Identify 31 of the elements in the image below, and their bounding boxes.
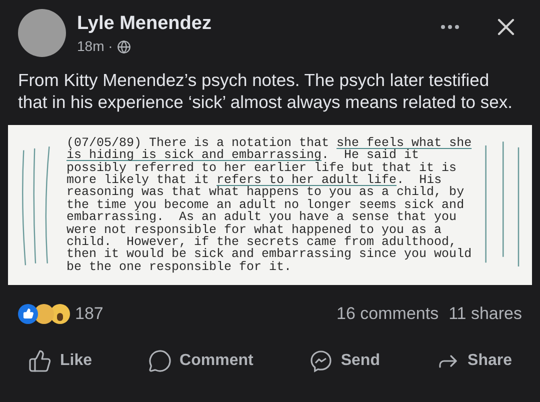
post-time: 18m · (77, 37, 113, 56)
typed-note-text: be the one responsible for it. (66, 260, 292, 274)
typed-note-text: possibly referred to her earlier life but that it is (66, 162, 457, 174)
reaction-count[interactable]: 187 (75, 301, 104, 326)
thumbs-up-icon (28, 348, 52, 372)
typed-note-text: were not responsible for what happened to you as a (66, 224, 442, 236)
typed-note-text: embarrassing. As an adult you have a sense that you (66, 211, 457, 224)
typed-note-text: then it would be sick and embarrassing since you would (66, 248, 472, 261)
typed-note-text: she feels what she (336, 136, 472, 150)
avatar-placeholder (18, 9, 66, 57)
typed-note-text: more likely that it (66, 174, 210, 186)
comment-count[interactable]: 16 comments (336, 301, 439, 326)
typed-note-text: . His (396, 174, 442, 186)
send-button[interactable]: Send (308, 348, 380, 372)
post-text: From Kitty Menendez’s psych notes. The psych later testified that in his experience ‘sick’ almost always means related to sex. (17, 69, 514, 113)
speech-bubble-icon (148, 348, 172, 372)
typed-note-text: is hiding is sick and embarrassing (66, 149, 322, 162)
typed-note-text: . He said it (322, 149, 420, 162)
like-button[interactable]: Like (28, 348, 92, 372)
messenger-icon (308, 348, 333, 372)
author-name[interactable]: Lyle Menendez (77, 12, 212, 36)
comment-button[interactable]: Comment (148, 348, 254, 372)
typed-note-text: the time you become an adult no longer seems sick and (66, 198, 464, 212)
globe-icon (116, 40, 131, 54)
share-button[interactable]: Share (436, 348, 512, 372)
typed-note-text: child. However, if the secrets came from adulthood, (66, 236, 457, 248)
typed-note-text: refers to her adult life (216, 174, 397, 186)
typed-note-text: (07/05/89) There is a notation that (66, 136, 330, 150)
share-count[interactable]: 11 shares (448, 301, 522, 326)
like-reaction-icon (18, 304, 38, 324)
typed-note-text: reasoning was that what happens to you as a child, by (66, 186, 464, 199)
